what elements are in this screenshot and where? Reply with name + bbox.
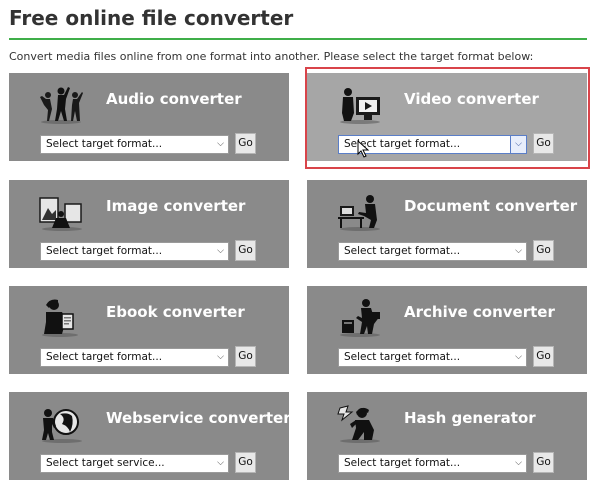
chevron-down-icon: ⌵ [515,352,522,362]
hash-format-select[interactable]: Select target format... ⌵ [338,454,527,473]
ebook-reader-icon [36,296,86,338]
mouse-cursor-icon [357,139,371,158]
chevron-down-icon: ⌵ [217,458,224,468]
hash-format-select-value: Select target format... [344,457,461,469]
image-format-select-value: Select target format... [46,245,163,257]
archive-go-button[interactable]: Go [533,346,554,367]
audio-converter-panel: Audio converter Select target format... … [9,73,289,161]
document-go-button[interactable]: Go [533,240,554,261]
highlight-frame [305,67,590,169]
document-format-select-value: Select target format... [344,245,461,257]
image-converter-title: Image converter [106,197,246,215]
audio-go-button[interactable]: Go [235,133,256,154]
image-converter-panel: Image converter Select target format... … [9,180,289,268]
image-format-select[interactable]: Select target format... ⌵ [40,242,229,261]
document-converter-title: Document converter [404,197,578,215]
archive-converter-panel: Archive converter Select target format..… [307,286,587,374]
chevron-down-icon: ⌵ [515,458,522,468]
webservice-select[interactable]: Select target service... ⌵ [40,454,229,473]
hash-go-button[interactable]: Go [533,452,554,473]
hash-generator-title: Hash generator [404,409,536,427]
ebook-go-button[interactable]: Go [235,346,256,367]
chevron-down-icon: ⌵ [217,246,224,256]
ebook-converter-title: Ebook converter [106,303,245,321]
archive-format-select[interactable]: Select target format... ⌵ [338,348,527,367]
chevron-down-icon: ⌵ [515,246,522,256]
hash-thinker-icon [334,402,384,444]
ebook-format-select-value: Select target format... [46,351,163,363]
page-subtitle: Convert media files online from one form… [9,50,534,63]
document-format-select[interactable]: Select target format... ⌵ [338,242,527,261]
chevron-down-icon: ⌵ [217,352,224,362]
webservice-converter-title: Webservice converter [106,409,291,427]
chevron-down-icon: ⌵ [217,139,224,149]
hash-generator-panel: Hash generator Select target format... ⌵… [307,392,587,480]
audio-format-select[interactable]: Select target format... ⌵ [40,135,229,154]
image-go-button[interactable]: Go [235,240,256,261]
audio-converter-title: Audio converter [106,90,242,108]
title-divider [9,38,587,40]
page-title: Free online file converter [9,6,294,30]
box-carrier-icon [334,296,384,338]
archive-converter-title: Archive converter [404,303,555,321]
webservice-go-button[interactable]: Go [235,452,256,473]
ebook-format-select[interactable]: Select target format... ⌵ [40,348,229,367]
photo-frames-icon [36,190,86,232]
desk-worker-icon [334,190,384,232]
globe-person-icon [36,402,86,444]
archive-format-select-value: Select target format... [344,351,461,363]
dancers-icon [36,83,86,125]
webservice-converter-panel: Webservice converter Select target servi… [9,392,291,480]
audio-format-select-value: Select target format... [46,138,163,150]
webservice-select-value: Select target service... [46,457,165,469]
document-converter-panel: Document converter Select target format.… [307,180,587,268]
ebook-converter-panel: Ebook converter Select target format... … [9,286,289,374]
